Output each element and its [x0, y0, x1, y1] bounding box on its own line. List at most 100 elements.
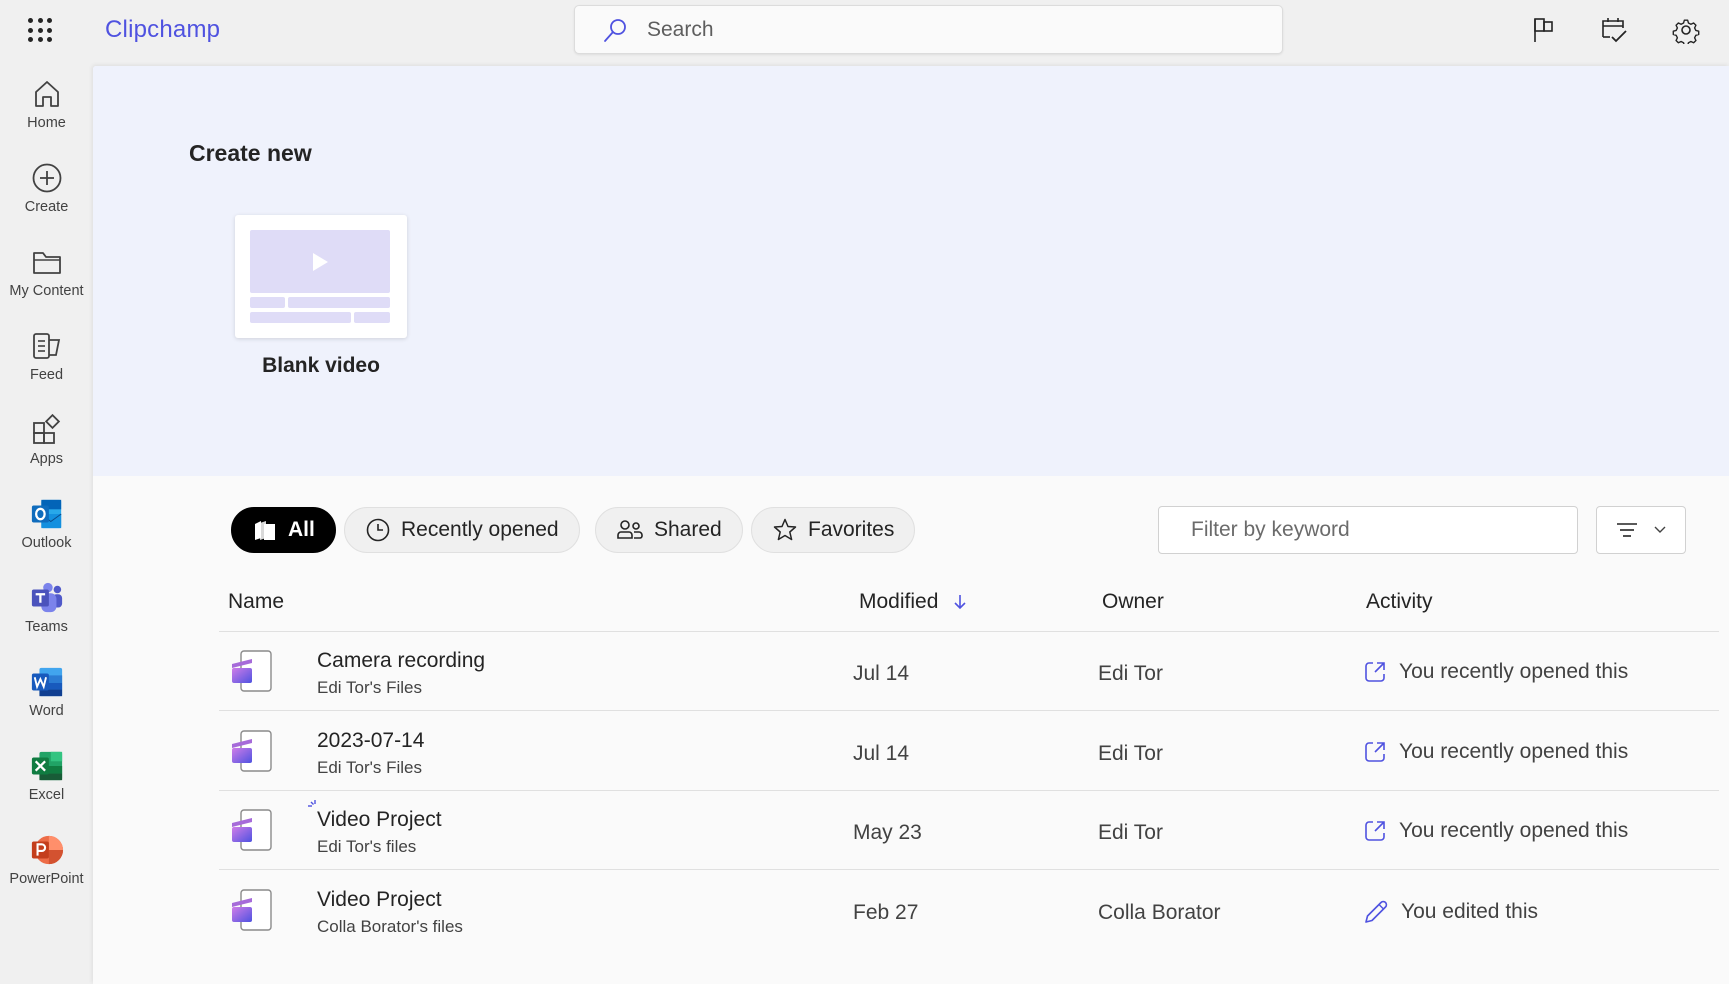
filter-label: Shared: [654, 518, 722, 541]
sidebar-item-label: Excel: [28, 787, 65, 803]
activity: You recently opened this: [1363, 740, 1628, 764]
sidebar-item-my-content[interactable]: My Content: [0, 244, 93, 320]
file-location: Edi Tor's files: [317, 837, 417, 856]
sidebar-item-label: Outlook: [21, 535, 72, 551]
file-name[interactable]: Video Project: [317, 808, 442, 832]
feed-icon: [30, 328, 64, 364]
column-header-owner[interactable]: Owner: [1102, 590, 1164, 614]
clock-icon: [366, 518, 390, 542]
sidebar-item-label: My Content: [9, 283, 84, 299]
play-icon: [313, 253, 328, 271]
search-icon: [604, 18, 626, 42]
sidebar-item-label: Teams: [25, 619, 68, 635]
calendar-check-icon[interactable]: [1598, 14, 1630, 46]
apps-icon: [30, 412, 64, 448]
activity-text: You recently opened this: [1399, 819, 1629, 842]
filter-label: Favorites: [808, 518, 895, 541]
top-bar: Clipchamp: [0, 0, 1729, 66]
column-header-label: Modified: [859, 590, 939, 613]
star-icon: [773, 518, 797, 541]
filter-all[interactable]: All: [231, 507, 336, 553]
video-thumbnail-icon: [250, 230, 390, 293]
activity: You recently opened this: [1363, 660, 1628, 684]
modified-date: Jul 14: [853, 662, 910, 685]
sidebar-item-create[interactable]: Create: [0, 160, 93, 236]
search-box[interactable]: [574, 5, 1283, 54]
folder-icon: [30, 244, 64, 280]
sidebar-item-powerpoint[interactable]: PowerPoint: [0, 832, 93, 908]
clipchamp-file-icon: [232, 809, 272, 851]
modified-date: Feb 27: [853, 901, 919, 924]
sidebar-item-home[interactable]: Home: [0, 76, 93, 152]
word-icon: [30, 664, 64, 700]
sort-descending-icon: [954, 595, 966, 610]
activity-text: You recently opened this: [1399, 740, 1629, 763]
clipchamp-file-icon: [232, 650, 272, 692]
outlook-icon: [30, 496, 64, 532]
plus-circle-icon: [30, 160, 64, 196]
sidebar-item-label: Home: [27, 115, 66, 131]
sort-filter-button[interactable]: [1596, 506, 1686, 554]
sidebar-item-word[interactable]: Word: [0, 664, 93, 740]
file-location: Colla Borator's files: [317, 917, 463, 936]
table-row[interactable]: Video Project Edi Tor's files May 23 Edi…: [219, 791, 1719, 870]
excel-icon: [30, 748, 64, 784]
activity: You recently opened this: [1363, 819, 1628, 843]
section-heading: Create new: [189, 140, 312, 166]
table-row[interactable]: 2023-07-14 Edi Tor's Files Jul 14 Edi To…: [219, 712, 1719, 791]
sidebar-item-label: PowerPoint: [9, 871, 84, 887]
file-location: Edi Tor's Files: [317, 758, 422, 777]
filter-favorites[interactable]: Favorites: [751, 507, 916, 553]
pencil-icon: [1365, 900, 1388, 923]
owner: Edi Tor: [1098, 662, 1163, 685]
filter-shared[interactable]: Shared: [595, 507, 743, 553]
app-title[interactable]: Clipchamp: [105, 16, 220, 44]
activity: You edited this: [1363, 899, 1538, 925]
powerpoint-icon: [30, 832, 64, 868]
filter-recently-opened[interactable]: Recently opened: [344, 507, 580, 553]
open-external-icon: [1365, 662, 1385, 682]
owner: Edi Tor: [1098, 821, 1163, 844]
filter-keyword-input[interactable]: [1158, 506, 1578, 554]
clipchamp-file-icon: [232, 730, 272, 772]
activity-text: You edited this: [1401, 900, 1539, 923]
owner: Colla Borator: [1098, 901, 1221, 924]
filter-label: Recently opened: [401, 518, 559, 541]
home-icon: [30, 76, 64, 112]
library-icon: [255, 521, 275, 540]
blank-video-tile[interactable]: [235, 215, 407, 338]
sidebar-item-label: Create: [24, 199, 69, 215]
app-launcher-icon[interactable]: [28, 18, 54, 44]
filter-sort-icon: [1617, 523, 1637, 537]
main-content: Create new Blank video All Recently open…: [93, 66, 1729, 984]
filter-label: All: [288, 518, 315, 541]
left-rail: Home Create My Content Feed Apps Outlook…: [0, 66, 93, 984]
sidebar-item-label: Word: [29, 703, 64, 719]
sidebar-item-excel[interactable]: Excel: [0, 748, 93, 824]
clipchamp-file-icon: [232, 889, 272, 931]
search-input[interactable]: [647, 17, 1247, 42]
flag-icon[interactable]: [1528, 14, 1560, 46]
file-name[interactable]: Camera recording: [317, 649, 485, 673]
sidebar-item-outlook[interactable]: Outlook: [0, 496, 93, 572]
file-name[interactable]: 2023-07-14: [317, 729, 424, 753]
table-row[interactable]: Video Project Colla Borator's files Feb …: [219, 871, 1719, 950]
column-header-activity[interactable]: Activity: [1366, 590, 1433, 614]
owner: Edi Tor: [1098, 742, 1163, 765]
sidebar-item-apps[interactable]: Apps: [0, 412, 93, 488]
people-icon: [617, 520, 643, 539]
file-name[interactable]: Video Project: [317, 888, 442, 912]
sidebar-item-teams[interactable]: Teams: [0, 580, 93, 656]
sidebar-item-feed[interactable]: Feed: [0, 328, 93, 404]
chevron-down-icon: [1654, 526, 1666, 533]
sidebar-item-label: Feed: [29, 367, 64, 383]
file-location: Edi Tor's Files: [317, 678, 422, 697]
open-external-icon: [1365, 742, 1385, 762]
create-new-section: Create new Blank video: [93, 66, 1729, 476]
column-header-modified[interactable]: Modified: [859, 590, 968, 614]
gear-icon[interactable]: [1670, 14, 1702, 46]
column-header-name[interactable]: Name: [228, 590, 284, 614]
table-row[interactable]: Camera recording Edi Tor's Files Jul 14 …: [219, 632, 1719, 711]
teams-icon: [30, 580, 64, 616]
blank-video-label[interactable]: Blank video: [235, 354, 407, 378]
